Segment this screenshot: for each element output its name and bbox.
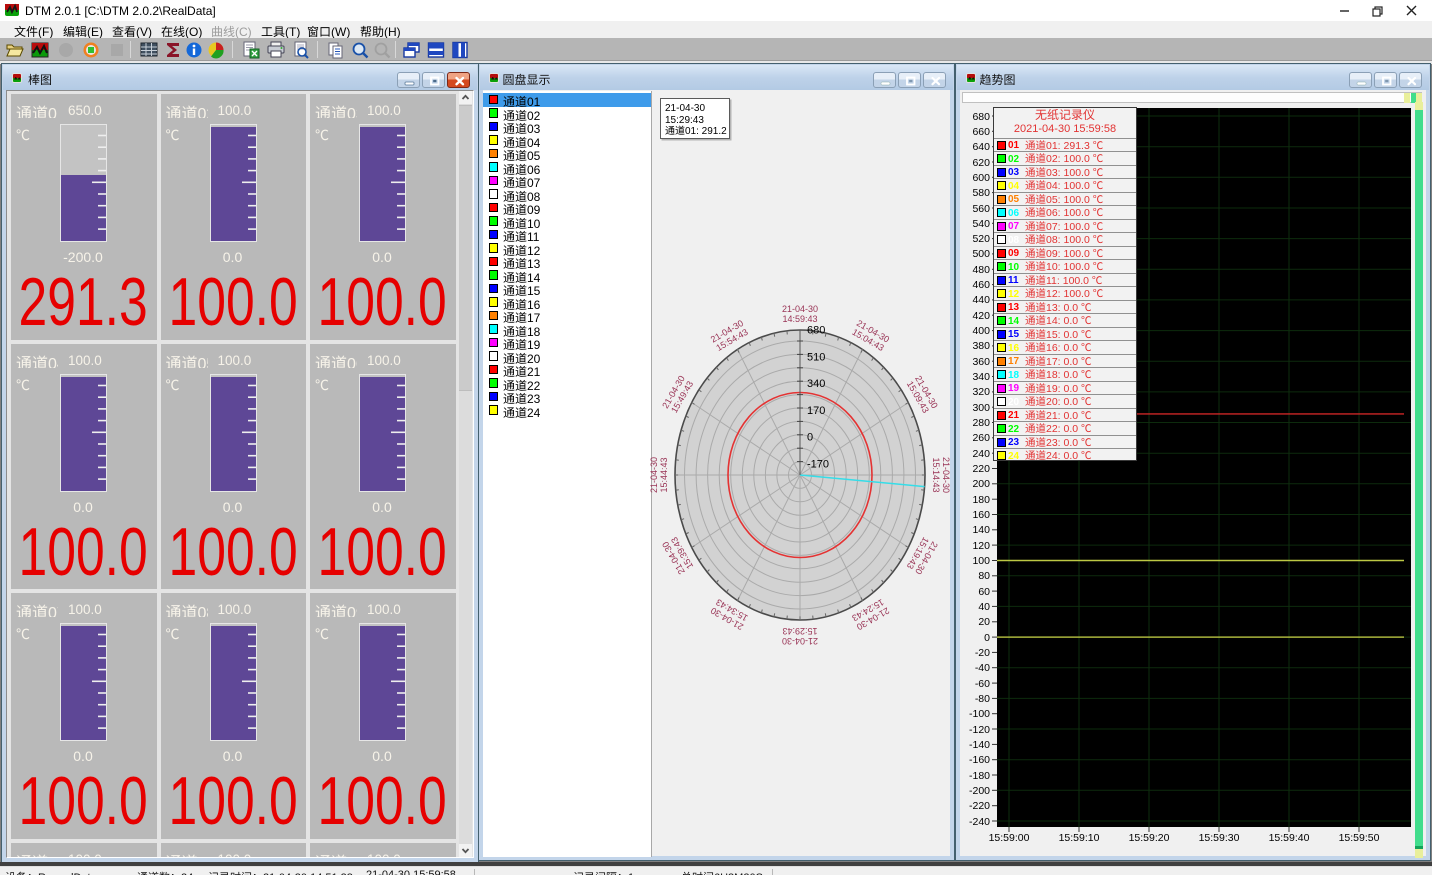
svg-text:340: 340	[807, 378, 825, 390]
svg-text:15:44:43: 15:44:43	[659, 457, 669, 492]
svg-text:21-04-30: 21-04-30	[782, 636, 818, 646]
svg-text:21-04-30: 21-04-30	[941, 457, 951, 493]
svg-text:-170: -170	[807, 459, 829, 471]
svg-text:21-04-30: 21-04-30	[650, 457, 659, 493]
svg-text:0: 0	[807, 432, 813, 444]
svg-text:170: 170	[807, 405, 825, 417]
svg-text:15:29:43: 15:29:43	[782, 626, 817, 636]
svg-text:510: 510	[807, 351, 825, 363]
svg-text:21-04-30: 21-04-30	[782, 304, 818, 314]
svg-text:14:59:43: 14:59:43	[782, 314, 817, 324]
svg-text:680: 680	[807, 325, 825, 337]
svg-text:15:14:43: 15:14:43	[931, 457, 941, 492]
